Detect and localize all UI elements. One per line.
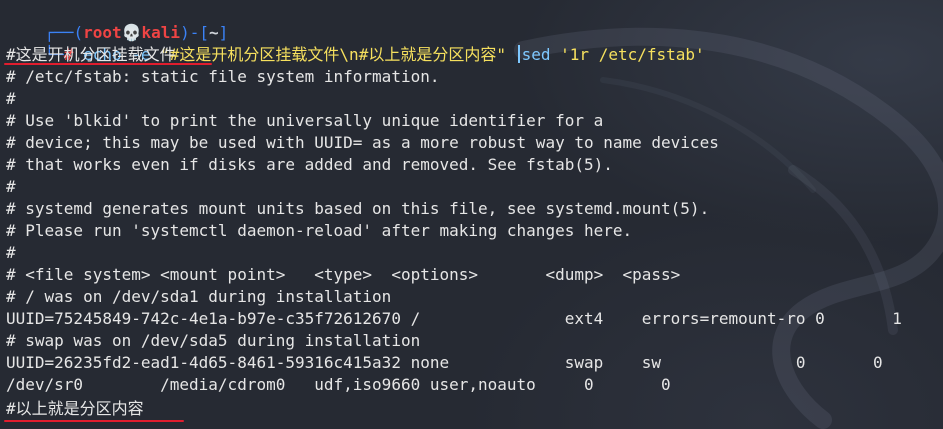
- output-line: #: [6, 89, 16, 108]
- output-line: #: [6, 243, 16, 262]
- output-line: # <file system> <mount point> <type> <op…: [6, 265, 681, 284]
- output-line: #以上就是分区内容: [6, 399, 144, 418]
- command-line[interactable]: └─# echo -e "#这是开机分区挂载文件\n#以上就是分区内容" sed…: [6, 22, 705, 64]
- output-line: #: [6, 177, 16, 196]
- annotation-underline-last: [4, 420, 184, 422]
- sed-arguments: '1r /etc/fstab': [560, 45, 705, 64]
- sed-command: sed: [521, 45, 551, 64]
- output-line: UUID=26235fd2-ead1-4d65-8461-59316c415a3…: [6, 353, 883, 372]
- annotation-underline-first: [4, 63, 212, 65]
- terminal-window[interactable]: ┌──(root💀kali)-[~] └─# echo -e "#这是开机分区挂…: [0, 0, 943, 429]
- output-line: # device; this may be used with UUID= as…: [6, 133, 719, 152]
- output-line: /dev/sr0 /media/cdrom0 udf,iso9660 user,…: [6, 375, 671, 394]
- output-line: # Use 'blkid' to print the universally u…: [6, 111, 604, 130]
- prompt-header-line: ┌──(root💀kali)-[~]: [6, 0, 229, 42]
- command-string-arg: "#这是开机分区挂载文件\n#以上就是分区内容": [160, 45, 506, 64]
- output-line: # Please run 'systemctl daemon-reload' a…: [6, 221, 633, 240]
- output-line: UUID=75245849-742c-4e1a-b97e-c35f7261267…: [6, 309, 902, 328]
- output-line: # that works even if disks are added and…: [6, 155, 613, 174]
- output-line: # systemd generates mount units based on…: [6, 199, 710, 218]
- output-line: # swap was on /dev/sda5 during installat…: [6, 331, 421, 350]
- output-line: # / was on /dev/sda1 during installation: [6, 287, 392, 306]
- text-cursor: [517, 45, 520, 63]
- output-line: # /etc/fstab: static file system informa…: [6, 67, 440, 86]
